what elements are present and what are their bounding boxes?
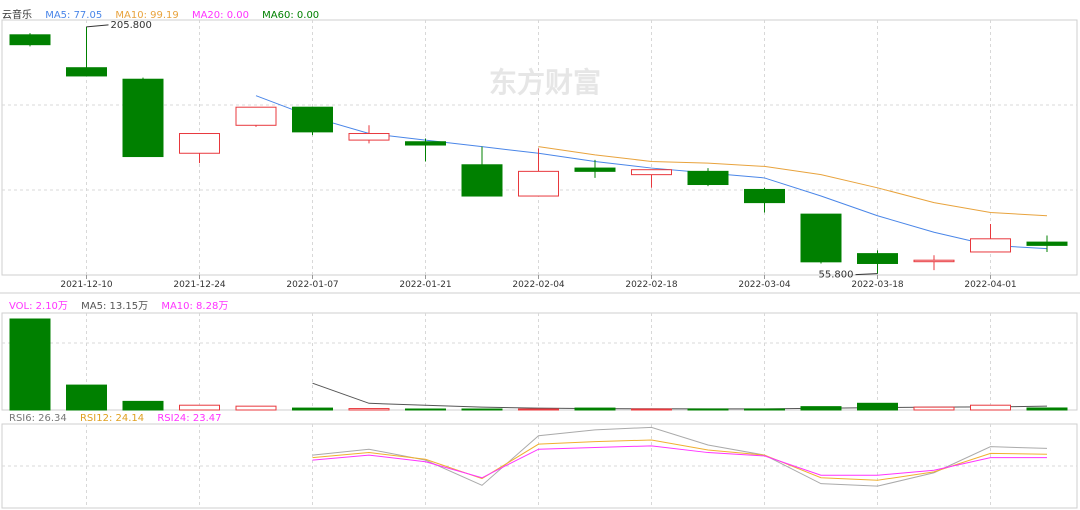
legend-ma60: MA60: 0.00 — [262, 10, 320, 21]
volume-bar — [1026, 407, 1068, 411]
legend-ma10: MA10: 99.19 — [115, 10, 179, 21]
volume-bar — [179, 404, 220, 411]
volume-ma-lines — [312, 382, 1048, 410]
x-tick-label: 2021-12-24 — [173, 280, 226, 290]
candle-body — [9, 34, 51, 46]
legend-vol-ma5: MA5: 13.15万 — [81, 301, 149, 312]
candle-body — [857, 253, 898, 264]
volume-bar — [405, 408, 446, 411]
candle-body — [348, 133, 390, 141]
candle-body — [179, 133, 220, 154]
volume-bar — [857, 402, 898, 411]
candle-body — [405, 141, 446, 146]
legend-vol: VOL: 2.10万 — [9, 301, 68, 312]
candle-body — [800, 213, 842, 263]
volume-bar — [800, 406, 842, 411]
candle-body — [1026, 241, 1068, 246]
candle-body — [574, 167, 616, 172]
candle-body — [122, 78, 164, 158]
x-tick-label: 2022-01-07 — [286, 280, 338, 290]
candle-body — [292, 106, 333, 133]
x-tick-label: 2022-01-21 — [399, 280, 451, 290]
rsi-lines — [312, 426, 1048, 487]
stock-name: 云音乐 — [2, 10, 32, 21]
volume-bar — [9, 318, 51, 411]
candle-body — [461, 164, 503, 197]
volume-bar — [348, 408, 390, 411]
volume-bar — [913, 406, 955, 411]
legend-ma5: MA5: 77.05 — [45, 10, 103, 21]
volume-bar — [631, 408, 672, 411]
legend-vol-ma10: MA10: 8.28万 — [161, 301, 229, 312]
x-tick-label: 2021-12-10 — [60, 280, 113, 290]
x-tick-label: 2022-02-18 — [625, 280, 678, 290]
volume-bar — [518, 408, 559, 411]
legend-rsi6: RSI6: 26.34 — [9, 413, 67, 424]
candle-body — [970, 238, 1011, 253]
volume-bar — [235, 405, 277, 411]
price-legend: 云音乐 MA5: 77.05 MA10: 99.19 MA20: 0.00 MA… — [2, 6, 329, 21]
volume-bar — [744, 408, 785, 411]
x-tick-label: 2022-04-01 — [964, 280, 1016, 290]
high-annotation-arrow — [86, 24, 109, 28]
rsi24-line — [312, 445, 1047, 479]
candle-body — [687, 170, 729, 186]
volume-bar — [292, 407, 333, 411]
panel-frame — [1, 312, 1078, 411]
stock-chart: 东方财富 2021-12-10 2021-12-24 2022-01-07 2022-… — [0, 19, 1080, 509]
volume-bar — [574, 407, 616, 411]
x-tick-label: 2022-03-04 — [738, 280, 791, 290]
rsi6-line — [312, 426, 1048, 487]
high-annotation: 205.800 — [111, 20, 152, 31]
candle-body — [744, 188, 785, 204]
rsi12-line — [312, 439, 1048, 481]
volume-legend: VOL: 2.10万 MA5: 13.15万 MA10: 8.28万 — [9, 297, 238, 312]
x-tick-label: 2022-02-04 — [512, 280, 565, 290]
candle-body — [913, 259, 955, 263]
rsi-legend: RSI6: 26.34 RSI12: 24.14 RSI24: 23.47 — [9, 413, 231, 424]
watermark: 东方财富 — [489, 66, 601, 99]
low-annotation: 55.800 — [819, 270, 854, 281]
volume-bar — [122, 400, 164, 411]
candle-body — [66, 67, 107, 77]
legend-ma20: MA20: 0.00 — [191, 10, 249, 21]
volume-bar — [66, 384, 107, 411]
volume-ma5-line — [312, 382, 1048, 410]
volume-bar — [970, 404, 1011, 411]
x-axis-ticks: 2021-12-10 2021-12-24 2022-01-07 2022-01-21… — [60, 275, 1017, 290]
ma10-line — [538, 146, 1048, 217]
legend-rsi12: RSI12: 24.14 — [79, 413, 145, 424]
candle-body — [235, 106, 277, 126]
x-tick-label: 2022-03-18 — [851, 280, 904, 290]
candle-body — [631, 169, 672, 176]
volume-bar — [461, 408, 503, 411]
volume-bar — [687, 408, 729, 411]
legend-rsi24: RSI24: 23.47 — [157, 413, 222, 424]
candle-body — [518, 170, 559, 197]
